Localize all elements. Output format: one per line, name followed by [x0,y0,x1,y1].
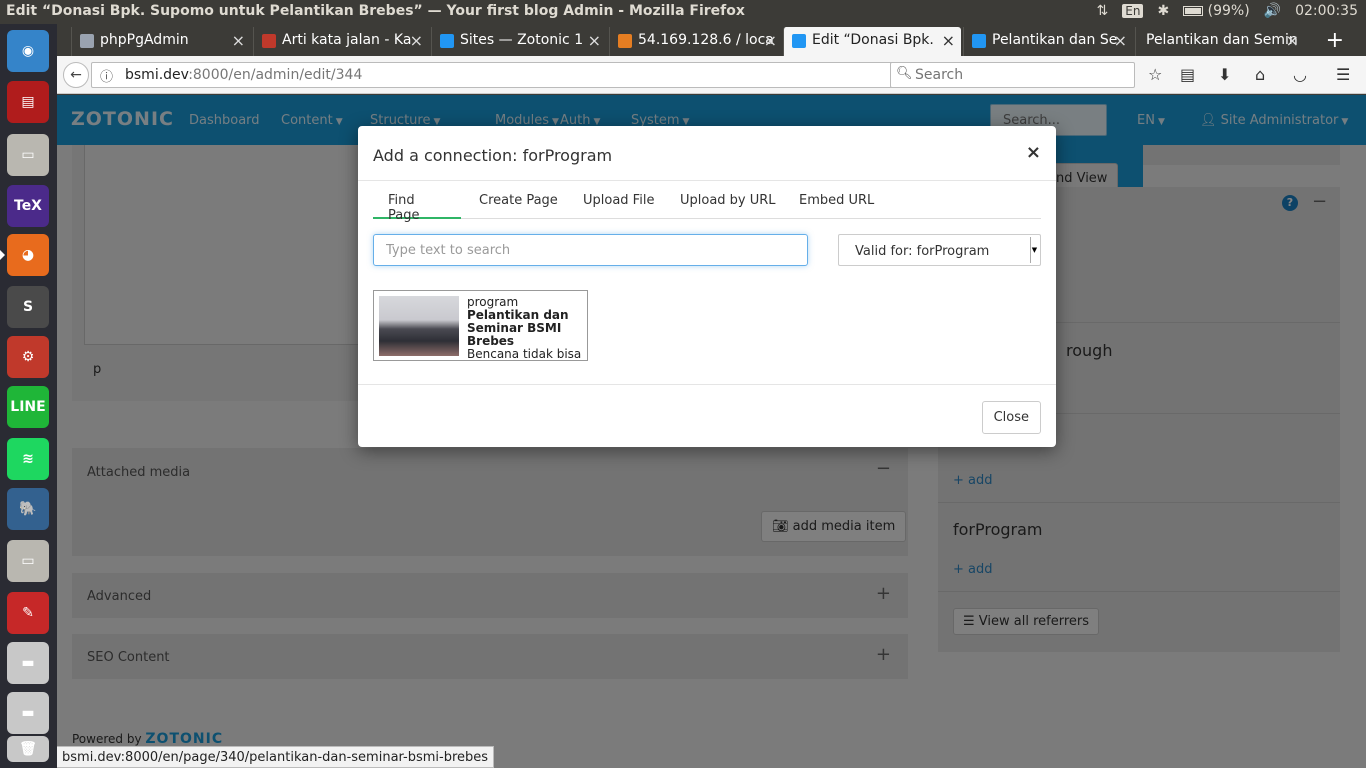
ubuntu-dash-icon[interactable]: ◉ [7,30,49,72]
network-icon[interactable]: ⇅ [1097,3,1109,19]
tab-pelantikan-2[interactable]: Pelantikan dan Semin × [1135,27,1305,56]
dialog-header: Add a connection: forProgram × [358,126,1056,181]
tab-phppgadmin[interactable]: phpPgAdmin × [71,27,251,56]
tab-favicon [262,34,276,48]
bluetooth-icon[interactable]: ✱ [1157,3,1169,19]
browser-search-box[interactable]: 🔍︎ [890,62,1135,88]
close-icon[interactable]: × [588,31,601,50]
tab-favicon [618,34,632,48]
battery-icon [1183,6,1204,16]
navigation-bar: ← ⓘ bsmi.dev:8000/en/admin/edit/344 ⌵ ↻ … [57,56,1366,94]
tab-favicon [80,34,94,48]
find-page-search-input[interactable] [373,234,808,266]
new-tab-button[interactable]: + [1326,28,1344,53]
tab-favicon [792,34,806,48]
file-cabinet-icon-2[interactable]: ▭ [7,540,49,582]
tab-phpmyadmin[interactable]: 54.169.128.6 / loca × [609,27,783,56]
downloads-icon[interactable]: ⬇ [1218,65,1231,84]
result-text: program Pelantikan dan Seminar BSMI Breb… [467,296,585,361]
sublime-text-icon[interactable]: S [7,286,49,328]
postgresql-elephant-icon[interactable]: 🐘 [7,488,49,530]
tab-upload-by-url[interactable]: Upload by URL [665,182,791,219]
file-cabinet-icon[interactable]: ▭ [7,134,49,176]
add-connection-dialog: Add a connection: forProgram × Find Page… [358,126,1056,447]
volume-icon[interactable]: 🔊 [1264,3,1281,19]
pocket-icon[interactable]: ◡ [1293,65,1307,84]
result-summary: Bencana tidak bisa dihambat atau [467,347,582,361]
address-url: bsmi.dev:8000/en/admin/edit/344 [125,67,363,83]
spotify-icon[interactable]: ≋ [7,438,49,480]
terminal-app-icon[interactable]: ▤ [7,81,49,123]
tab-bar: phpPgAdmin × Arti kata jalan - Ka × Site… [57,24,1366,56]
top-panel: Edit “Donasi Bpk. Supomo untuk Pelantika… [0,0,1366,24]
trash-icon[interactable]: 🗑 [7,736,49,762]
result-category: program [467,295,519,309]
info-icon[interactable]: ⓘ [100,66,113,85]
document-viewer-icon[interactable]: ✎ [7,592,49,634]
home-icon[interactable]: ⌂ [1255,65,1265,84]
result-title: Pelantikan dan Seminar BSMI Brebes [467,308,569,348]
system-tray: ⇅ En ✱ (99%) 🔊 02:00:35 [1097,3,1358,19]
search-result-card[interactable]: program Pelantikan dan Seminar BSMI Breb… [373,290,588,361]
tab-embed-url[interactable]: Embed URL [784,182,889,219]
firefox-icon[interactable]: ◕ [0,234,49,276]
menu-icon[interactable]: ☰ [1336,65,1350,84]
tab-upload-file[interactable]: Upload File [568,182,669,219]
tab-create-page[interactable]: Create Page [464,182,573,219]
tab-sites-zotonic[interactable]: Sites — Zotonic 1 × [431,27,607,56]
address-bar[interactable]: ⓘ bsmi.dev:8000/en/admin/edit/344 ⌵ ↻ [91,62,941,88]
category-filter-select[interactable]: Valid for: forProgram ▼ [838,234,1041,266]
close-icon[interactable]: × [764,31,777,50]
tab-pelantikan-1[interactable]: Pelantikan dan Se × [963,27,1133,56]
select-arrow-icon: ▼ [1030,237,1038,263]
window-title: Edit “Donasi Bpk. Supomo untuk Pelantika… [6,3,745,19]
close-icon[interactable]: × [1286,31,1299,50]
close-icon[interactable]: × [942,31,955,50]
keyboard-indicator[interactable]: En [1122,4,1144,18]
tab-favicon [972,34,986,48]
line-app-icon[interactable]: LINE [7,386,49,428]
battery-indicator[interactable]: (99%) [1183,3,1250,19]
clock[interactable]: 02:00:35 [1295,3,1358,19]
launcher: ◉ ▤ ▭ TeX ◕ S ⚙ LINE ≋ 🐘 ▭ ✎ ▬ ▬ 🗑 [0,24,57,768]
dialog-footer: Close [358,384,1056,447]
tab-find-page[interactable]: Find Page [373,182,461,223]
texmaker-icon[interactable]: TeX [7,185,49,227]
drive-icon-2[interactable]: ▬ [7,692,49,734]
close-icon[interactable]: × [1026,142,1041,163]
close-icon[interactable]: × [410,31,423,50]
tab-edit-donasi[interactable]: Edit “Donasi Bpk. × [783,27,961,56]
close-icon[interactable]: × [1114,31,1127,50]
dialog-tabs: Find Page Create Page Upload File Upload… [373,182,1041,223]
system-settings-icon[interactable]: ⚙ [7,336,49,378]
result-thumbnail [379,296,459,356]
browser-search-input[interactable] [915,67,1115,83]
page-content: ZOTONIC Dashboard Content ▼ Structure ▼ Mo… [57,95,1366,768]
tab-arti-kata[interactable]: Arti kata jalan - Ka × [253,27,429,56]
tab-favicon [440,34,454,48]
reading-list-icon[interactable]: ▤ [1180,65,1195,84]
close-icon[interactable]: × [232,31,245,50]
drive-icon[interactable]: ▬ [7,642,49,684]
status-bar: bsmi.dev:8000/en/page/340/pelantikan-dan… [57,746,495,768]
bookmark-star-icon[interactable]: ☆ [1148,65,1162,84]
back-button[interactable]: ← [63,62,89,88]
search-icon: 🔍︎ [896,66,913,81]
dialog-title: Add a connection: forProgram [373,146,613,165]
close-button[interactable]: Close [981,401,1041,434]
